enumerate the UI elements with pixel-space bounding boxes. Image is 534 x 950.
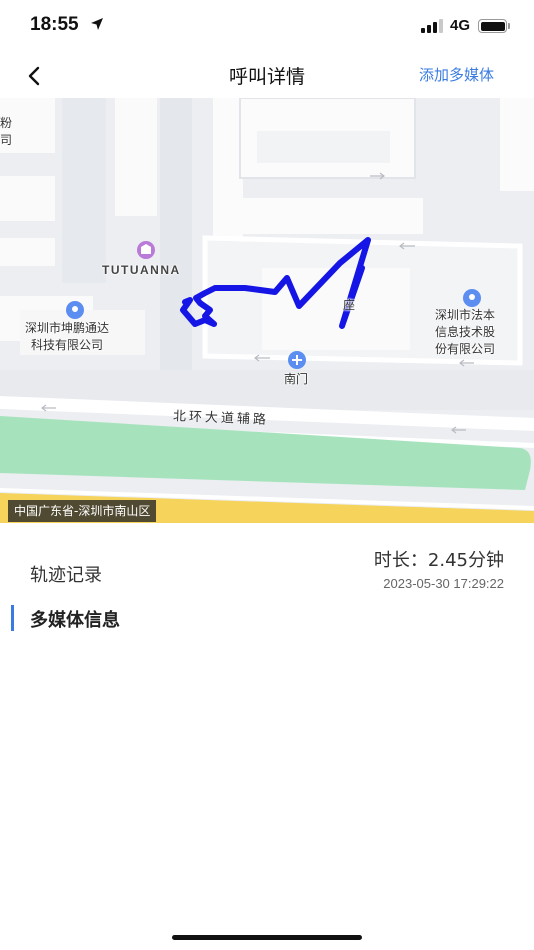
location-arrow-icon <box>91 18 103 30</box>
nav-bar: 呼叫详情 添加多媒体 <box>0 54 534 98</box>
shop-icon <box>137 241 155 259</box>
map-view[interactable]: 粉司 TUTUANNA 深圳市坤鹏通达 科技有限公司 座 深圳市法本 信息技术股 份有… <box>0 98 534 523</box>
gate-icon <box>288 351 306 369</box>
media-section-title: 多媒体信息 <box>30 610 120 631</box>
map-address-chip: 中国广东省-深圳市南山区 <box>8 500 157 522</box>
battery-icon <box>478 19 507 33</box>
map-label-road: 北环大道辅路 <box>172 409 270 428</box>
map-label-kunpeng: 深圳市坤鹏通达 科技有限公司 <box>25 321 110 352</box>
map-label-faben: 深圳市法本 信息技术股 份有限公司 <box>435 308 496 356</box>
add-media-button[interactable]: 添加多媒体 <box>419 64 494 85</box>
map-label-tutuanna: TUTUANNA <box>102 263 181 277</box>
status-time: 18:55 <box>30 14 79 35</box>
back-button[interactable] <box>18 60 50 92</box>
location-pin-icon <box>66 301 84 319</box>
chevron-left-icon <box>28 66 40 86</box>
section-accent-bar <box>11 605 14 631</box>
location-pin-icon <box>463 289 481 307</box>
track-duration: 时长：2.45分钟 <box>373 550 504 571</box>
track-record-label: 轨迹记录 <box>30 565 102 586</box>
map-label-south-gate: 南门 <box>284 372 309 386</box>
track-timestamp: 2023-05-30 17:29:22 <box>383 576 504 591</box>
map-label-building: 座 <box>343 298 356 312</box>
network-type: 4G <box>450 17 471 34</box>
map-label-edge: 粉司 <box>0 116 13 147</box>
signal-icon <box>421 19 443 33</box>
home-indicator[interactable] <box>172 935 362 940</box>
battery-tip <box>508 23 510 29</box>
status-bar: 18:55 4G <box>0 0 534 54</box>
